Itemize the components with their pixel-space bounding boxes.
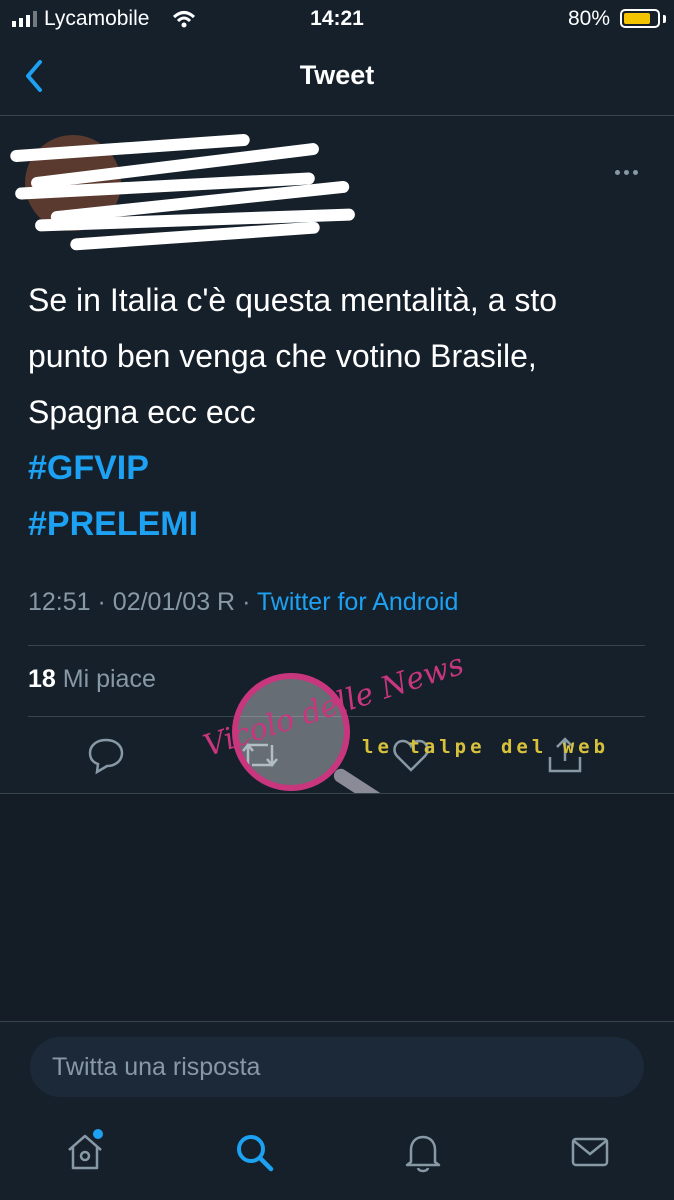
tab-notifications[interactable] xyxy=(401,1130,445,1174)
hashtag-link[interactable]: #GFVIP xyxy=(28,440,648,496)
reply-button[interactable] xyxy=(86,735,126,775)
battery-tip xyxy=(663,15,666,23)
mail-icon xyxy=(571,1137,609,1167)
tweet-text-line: punto ben venga che votino Brasile, xyxy=(28,338,537,374)
tweet-time: 12:51 xyxy=(28,588,91,616)
likes-count[interactable]: 18 Mi piace xyxy=(28,665,156,694)
meta-separator: · xyxy=(242,588,251,616)
battery-icon xyxy=(620,9,660,28)
tab-search[interactable] xyxy=(232,1130,276,1174)
bell-icon xyxy=(405,1135,441,1173)
tweet-meta: 12:51 · 02/01/03 R · Twitter for Android xyxy=(28,588,458,617)
nav-bar: Tweet xyxy=(0,40,674,116)
tweet-text-line: Se in Italia c'è questa mentalità, a sto xyxy=(28,282,558,318)
tab-messages[interactable] xyxy=(568,1130,612,1174)
likes-label: Mi piace xyxy=(62,665,156,693)
hashtag-link[interactable]: #PRELEMI xyxy=(28,496,648,552)
status-bar: Lycamobile 14:21 80% xyxy=(0,0,674,40)
more-options-icon[interactable] xyxy=(615,162,645,175)
empty-area xyxy=(0,794,674,1022)
search-icon xyxy=(237,1135,274,1172)
tweet-date: 02/01/03 R xyxy=(112,588,236,616)
battery-fill xyxy=(624,13,650,24)
divider xyxy=(28,645,645,646)
reply-input[interactable]: Twitta una risposta xyxy=(30,1037,644,1097)
watermark-text: le talpe del web xyxy=(362,736,610,758)
divider xyxy=(0,1021,674,1022)
tab-bar xyxy=(0,1110,674,1200)
battery-percent: 80% xyxy=(567,7,610,30)
redaction-scribble xyxy=(9,133,370,251)
meta-separator: · xyxy=(97,588,106,616)
tweet-source-link[interactable]: Twitter for Android xyxy=(257,588,458,616)
tweet-text-line: Spagna ecc ecc xyxy=(28,394,256,430)
likes-number: 18 xyxy=(28,665,56,693)
reply-icon xyxy=(88,738,124,775)
tweet-text: Se in Italia c'è questa mentalità, a sto… xyxy=(28,272,648,552)
reply-placeholder: Twitta una risposta xyxy=(52,1053,261,1081)
page-title: Tweet xyxy=(299,60,375,90)
notification-dot xyxy=(93,1129,103,1139)
